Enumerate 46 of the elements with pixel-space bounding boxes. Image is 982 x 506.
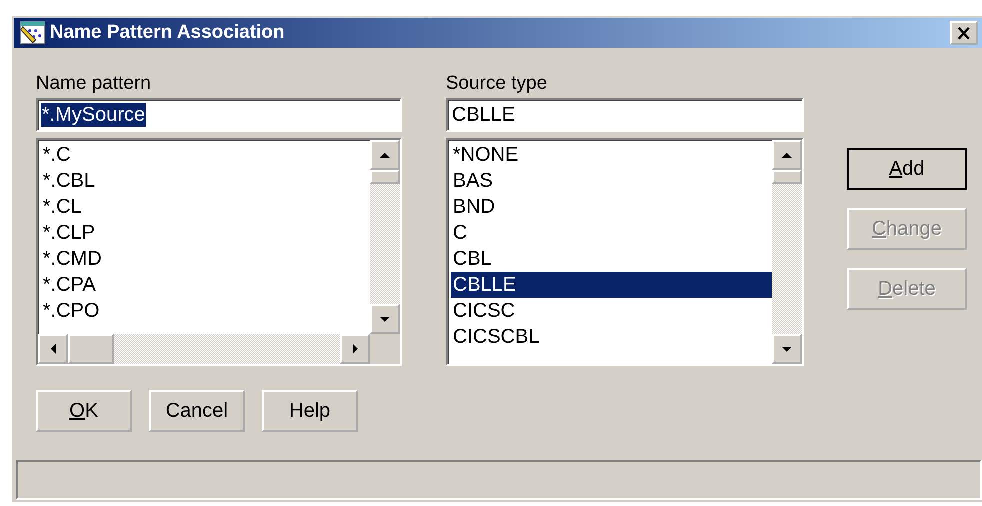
- list-item[interactable]: CICSCBL: [451, 324, 772, 350]
- scroll-left-button[interactable]: [38, 334, 68, 364]
- horizontal-scrollbar[interactable]: [38, 334, 370, 364]
- scroll-thumb[interactable]: [772, 170, 802, 184]
- dialog-button[interactable]: Cancel: [149, 390, 245, 432]
- list-item[interactable]: *.CLP: [41, 220, 370, 246]
- list-item[interactable]: *.CBL: [41, 168, 370, 194]
- list-item[interactable]: CICSC: [451, 298, 772, 324]
- list-item[interactable]: CBL: [451, 246, 772, 272]
- list-item[interactable]: *.CPO: [41, 298, 370, 324]
- right-arrow-icon: [352, 344, 358, 354]
- scrollbar-corner: [370, 334, 400, 364]
- scroll-thumb[interactable]: [68, 334, 114, 364]
- field-label: Name pattern: [36, 72, 152, 96]
- text-field[interactable]: CBLLE: [446, 98, 804, 132]
- down-arrow-icon: [782, 346, 792, 352]
- list-item[interactable]: *.CL: [41, 194, 370, 220]
- scroll-thumb[interactable]: [370, 170, 400, 184]
- left-arrow-icon: [50, 344, 56, 354]
- vertical-scrollbar[interactable]: [370, 140, 400, 334]
- scroll-down-button[interactable]: [370, 304, 400, 334]
- up-arrow-icon: [380, 152, 390, 158]
- up-arrow-icon: [782, 152, 792, 158]
- close-icon: [957, 26, 971, 40]
- close-button[interactable]: [950, 21, 978, 45]
- list-item[interactable]: BAS: [451, 168, 772, 194]
- scroll-up-button[interactable]: [370, 140, 400, 170]
- list-item[interactable]: CBLLE: [451, 272, 772, 298]
- scroll-up-button[interactable]: [772, 140, 802, 170]
- list-item[interactable]: *.CPA: [41, 272, 370, 298]
- pencil-grid-icon: [20, 21, 46, 45]
- list-item[interactable]: *.CMD: [41, 246, 370, 272]
- down-arrow-icon: [380, 316, 390, 322]
- list-item[interactable]: *NONE: [451, 142, 772, 168]
- field-label: Source type: [446, 72, 548, 96]
- dialog-button[interactable]: Help: [262, 390, 358, 432]
- list-item[interactable]: BND: [451, 194, 772, 220]
- scroll-right-button[interactable]: [340, 334, 370, 364]
- text-field[interactable]: *.MySource: [36, 98, 402, 132]
- list-item[interactable]: C: [451, 220, 772, 246]
- window-title: Name Pattern Association: [50, 22, 285, 44]
- dialog-button[interactable]: Add: [847, 148, 967, 190]
- list-item[interactable]: *.C: [41, 142, 370, 168]
- vertical-scrollbar[interactable]: [772, 140, 802, 364]
- dialog-button[interactable]: OK: [36, 390, 132, 432]
- scroll-down-button[interactable]: [772, 334, 802, 364]
